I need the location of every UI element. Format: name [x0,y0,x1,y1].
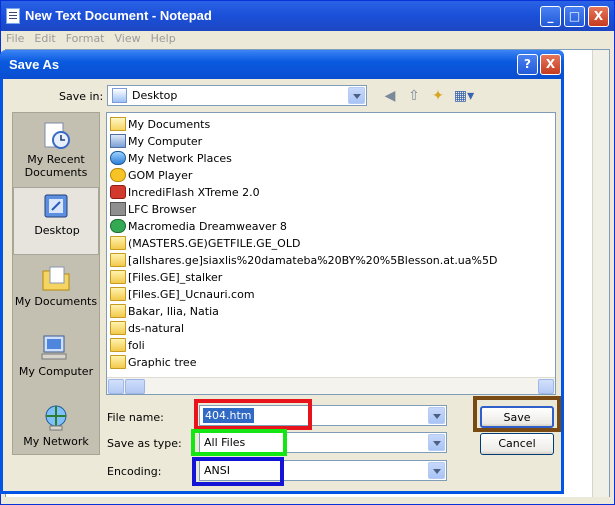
up-folder-icon[interactable]: ⇧ [405,87,423,105]
network-places-icon [110,151,126,165]
scroll-left-icon[interactable] [108,379,124,394]
lfc-browser-icon [110,202,126,216]
chevron-down-icon[interactable] [428,434,445,451]
maximize-button[interactable]: □ [564,6,585,27]
cancel-button[interactable]: Cancel [480,433,554,455]
file-list[interactable]: My Documents My Computer My Network Plac… [106,112,556,395]
my-computer-icon [110,134,126,148]
folder-icon [110,304,126,318]
minimize-button[interactable]: _ [540,6,561,27]
file-name-highlight-box [194,399,312,430]
my-network-icon [45,405,67,431]
save-in-label: Save in: [59,90,104,103]
encoding-highlight-box [192,457,284,486]
folder-icon [110,287,126,301]
new-folder-icon[interactable]: ✦ [429,87,447,105]
place-label: My Computer [18,365,94,378]
folder-icon [110,355,126,369]
menu-edit[interactable]: Edit [29,31,60,46]
places-bar: My Recent Documents Desktop My Documents… [12,112,100,455]
place-my-recent-documents[interactable]: My Recent Documents [13,117,99,185]
notepad-close-button[interactable]: X [588,6,609,27]
save-in-value: Desktop [132,89,178,102]
place-my-computer[interactable]: My Computer [13,329,99,397]
menu-file[interactable]: File [1,31,29,46]
place-label: Desktop [34,224,80,237]
encoding-label: Encoding: [107,465,162,478]
save-as-dialog: Save As ? X Save in: Desktop ◀ ⇧ ✦ ▦▾ My… [0,50,564,494]
dreamweaver-icon [110,219,126,233]
save-button-highlight-box [473,396,561,432]
notepad-title-bar[interactable]: New Text Document - Notepad _ □ X [1,1,614,31]
folder-icon [110,236,126,250]
my-documents-icon [42,266,70,291]
file-name-label: File name: [107,411,164,424]
menu-view[interactable]: View [110,31,146,46]
notepad-vertical-scrollbar[interactable] [592,50,609,498]
save-as-type-highlight-box [191,429,287,456]
scrollbar-thumb[interactable] [125,379,145,394]
dialog-title: Save As [9,57,60,72]
recent-documents-icon [44,122,70,149]
notepad-title: New Text Document - Notepad [25,8,212,23]
desktop-icon [44,194,68,218]
incrediflash-icon [110,185,126,199]
folder-icon [110,338,126,352]
place-label: My Documents [14,295,98,308]
my-documents-icon [110,117,126,131]
place-my-network[interactable]: My Network [13,399,99,467]
folder-icon [110,321,126,335]
notepad-menu-bar: File Edit Format View Help [1,31,614,48]
place-label: My Recent Documents [24,153,88,179]
chevron-down-icon[interactable] [348,87,365,104]
save-as-type-label: Save as type: [107,437,182,450]
save-in-combo[interactable]: Desktop [107,85,367,106]
views-menu-icon[interactable]: ▦▾ [453,87,475,105]
horizontal-scrollbar[interactable] [107,377,555,394]
chevron-down-icon[interactable] [428,462,445,479]
desktop-icon [112,88,127,103]
back-icon[interactable]: ◀ [381,87,399,105]
gom-player-icon [110,168,126,182]
notepad-icon [6,8,20,24]
dialog-close-button[interactable]: X [540,54,561,75]
chevron-down-icon[interactable] [428,407,445,424]
place-desktop[interactable]: Desktop [13,187,99,255]
notepad-bottom-edge [1,497,614,504]
place-label: My Network [23,435,89,448]
dialog-title-bar[interactable]: Save As ? X [0,50,564,79]
menu-format[interactable]: Format [61,31,110,46]
help-button[interactable]: ? [517,54,538,75]
folder-icon [110,270,126,284]
my-computer-icon [41,335,67,360]
folder-icon [110,253,126,267]
scroll-right-icon[interactable] [538,379,554,394]
menu-help[interactable]: Help [146,31,181,46]
place-my-documents[interactable]: My Documents [13,259,99,327]
